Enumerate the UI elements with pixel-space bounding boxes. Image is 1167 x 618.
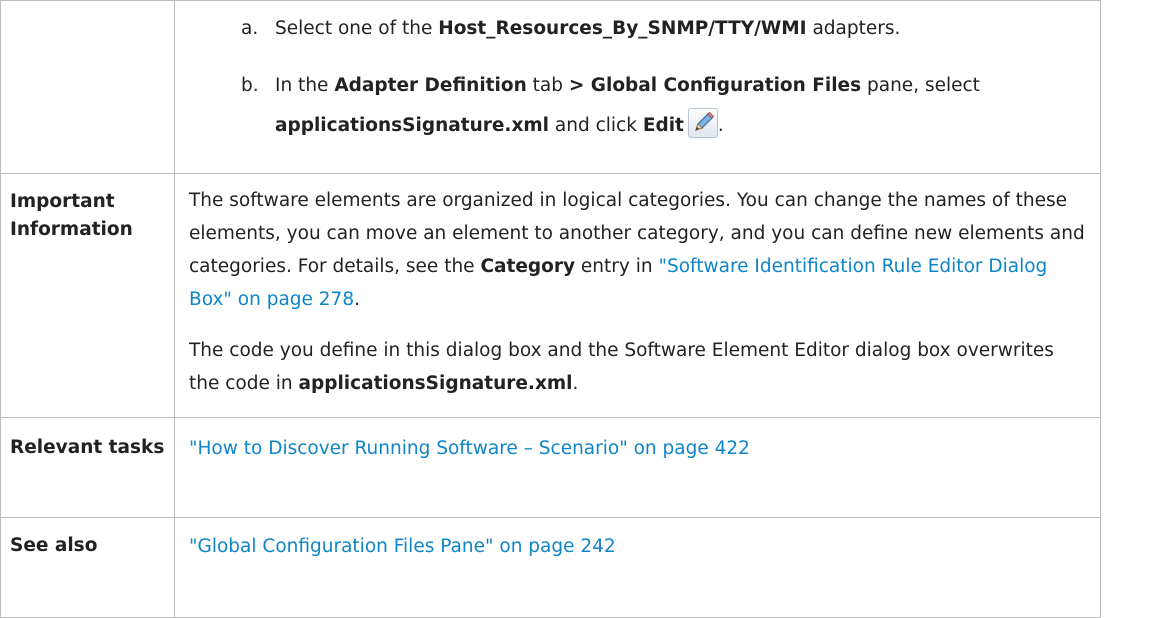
steps-label-cell: [0, 0, 175, 174]
step-a: a. Select one of the Host_Resources_By_S…: [189, 9, 1088, 49]
step-b-marker: b.: [241, 75, 259, 96]
step-a-text: Select one of the Host_Resources_By_SNMP…: [275, 18, 901, 39]
relevant-tasks-label: Relevant tasks: [0, 417, 175, 518]
see-also-cell: "Global Configuration Files Pane" on pag…: [174, 517, 1101, 618]
reference-table: a. Select one of the Host_Resources_By_S…: [0, 0, 1101, 618]
see-also-label: See also: [0, 517, 175, 618]
steps-cell: a. Select one of the Host_Resources_By_S…: [174, 0, 1101, 174]
important-cell: The software elements are organized in l…: [174, 173, 1101, 418]
see-also-row: See also "Global Configuration Files Pan…: [0, 517, 1101, 618]
step-b: b. In the Adapter Definition tab > Globa…: [189, 66, 1088, 146]
how-to-discover-running-software-link[interactable]: "How to Discover Running Software – Scen…: [189, 438, 750, 459]
pencil-edit-icon: [687, 108, 718, 138]
relevant-tasks-cell: "How to Discover Running Software – Scen…: [174, 417, 1101, 518]
relevant-tasks-row: Relevant tasks "How to Discover Running …: [0, 417, 1101, 518]
step-a-marker: a.: [241, 18, 259, 39]
step-b-text: In the Adapter Definition tab > Global C…: [275, 75, 980, 138]
important-row: Important Information The software eleme…: [0, 173, 1101, 418]
steps-row: a. Select one of the Host_Resources_By_S…: [0, 0, 1101, 174]
important-label: Important Information: [0, 173, 175, 418]
important-paragraph-1: The software elements are organized in l…: [189, 190, 1085, 310]
important-paragraph-2: The code you define in this dialog box a…: [189, 340, 1054, 394]
global-configuration-files-pane-link[interactable]: "Global Configuration Files Pane" on pag…: [189, 536, 616, 557]
